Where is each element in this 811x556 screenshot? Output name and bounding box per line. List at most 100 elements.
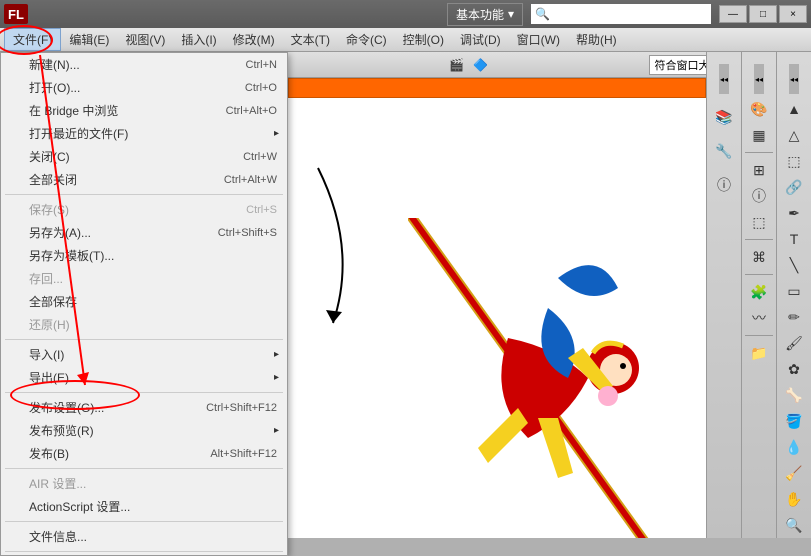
menu-checkin: 存回...: [1, 267, 287, 290]
menu-file[interactable]: 文件(F): [4, 28, 61, 51]
motion-arrow: [298, 158, 378, 338]
chevron-down-icon: ▾: [508, 7, 514, 21]
code-icon[interactable]: ⌘: [747, 246, 771, 268]
submenu-arrow-icon: ▸: [274, 372, 279, 383]
workspace-selector[interactable]: 基本功能 ▾: [447, 3, 523, 26]
collapse-tab[interactable]: ◂◂: [719, 64, 729, 94]
right-panels: ◂◂ 📚 🔧 ⓘ ◂◂ 🎨 ▦ ⊞ ⓘ ⬚ ⌘ 🧩 〰 📁 ◂◂ ▲ △ ⬚ 🔗…: [706, 52, 811, 538]
menu-text[interactable]: 文本(T): [283, 29, 338, 50]
close-button[interactable]: ×: [779, 5, 807, 23]
menu-publish-settings[interactable]: 发布设置(G)...Ctrl+Shift+F12: [1, 396, 287, 419]
align-icon[interactable]: ⊞: [747, 159, 771, 181]
tool-separator: [745, 335, 773, 336]
menu-revert: 还原(H): [1, 313, 287, 336]
menu-separator: [5, 521, 283, 522]
line-tool-icon[interactable]: ╲: [782, 254, 806, 276]
tool-separator: [745, 239, 773, 240]
menu-separator: [5, 339, 283, 340]
menu-debug[interactable]: 调试(D): [452, 29, 509, 50]
menu-separator: [5, 468, 283, 469]
search-icon: 🔍: [535, 7, 550, 21]
eyedropper-tool-icon[interactable]: 💧: [782, 436, 806, 458]
menu-commands[interactable]: 命令(C): [338, 29, 395, 50]
subselection-tool-icon[interactable]: △: [782, 124, 806, 146]
brush-tool-icon[interactable]: 🖌: [782, 332, 806, 354]
monkey-king-character: [408, 218, 706, 538]
submenu-arrow-icon: ▸: [274, 128, 279, 139]
canvas-area: [288, 78, 706, 538]
menu-window[interactable]: 窗口(W): [509, 29, 568, 50]
window-controls: — □ ×: [719, 5, 807, 23]
pen-tool-icon[interactable]: ✒: [782, 202, 806, 224]
menu-publish-preview[interactable]: 发布预览(R)▸: [1, 419, 287, 442]
lasso-tool-icon[interactable]: 🔗: [782, 176, 806, 198]
menu-control[interactable]: 控制(O): [395, 29, 452, 50]
submenu-arrow-icon: ▸: [274, 349, 279, 360]
panel-column-1: ◂◂ 📚 🔧 ⓘ: [706, 52, 741, 538]
menu-import[interactable]: 导入(I)▸: [1, 343, 287, 366]
symbol-icon[interactable]: 🔷: [472, 56, 490, 74]
paint-bucket-tool-icon[interactable]: 🪣: [782, 410, 806, 432]
palette-icon[interactable]: 🎨: [747, 98, 771, 120]
menu-open[interactable]: 打开(O)...Ctrl+O: [1, 76, 287, 99]
eraser-tool-icon[interactable]: 🧹: [782, 462, 806, 484]
hand-tool-icon[interactable]: ✋: [782, 488, 806, 510]
workspace-label: 基本功能: [456, 6, 504, 23]
flash-logo: FL: [4, 4, 28, 24]
menu-view[interactable]: 视图(V): [117, 29, 173, 50]
menu-file-info[interactable]: 文件信息...: [1, 525, 287, 548]
stage[interactable]: [288, 98, 706, 538]
minimize-button[interactable]: —: [719, 5, 747, 23]
tool-separator: [745, 152, 773, 153]
selection-tool-icon[interactable]: ▲: [782, 98, 806, 120]
tool-separator: [745, 274, 773, 275]
info2-icon[interactable]: ⓘ: [747, 185, 771, 207]
library-icon[interactable]: 📚: [712, 106, 736, 128]
menu-close[interactable]: 关闭(C)Ctrl+W: [1, 145, 287, 168]
menu-as-settings[interactable]: ActionScript 设置...: [1, 495, 287, 518]
menu-new[interactable]: 新建(N)...Ctrl+N: [1, 53, 287, 76]
swatches-icon[interactable]: ▦: [747, 124, 771, 146]
components-icon[interactable]: 🧩: [747, 281, 771, 303]
text-tool-icon[interactable]: T: [782, 228, 806, 250]
menu-recent[interactable]: 打开最近的文件(F)▸: [1, 122, 287, 145]
menu-modify[interactable]: 修改(M): [225, 29, 283, 50]
search-input[interactable]: [554, 8, 707, 20]
panel-column-2: ◂◂ 🎨 ▦ ⊞ ⓘ ⬚ ⌘ 🧩 〰 📁: [741, 52, 776, 538]
submenu-arrow-icon: ▸: [274, 425, 279, 436]
collapse-tab[interactable]: ◂◂: [789, 64, 799, 94]
titlebar: FL 基本功能 ▾ 🔍 — □ ×: [0, 0, 811, 28]
menu-insert[interactable]: 插入(I): [173, 29, 224, 50]
menu-edit[interactable]: 编辑(E): [61, 29, 117, 50]
menu-bridge[interactable]: 在 Bridge 中浏览Ctrl+Alt+O: [1, 99, 287, 122]
menu-publish[interactable]: 发布(B)Alt+Shift+F12: [1, 442, 287, 465]
scene-icon[interactable]: 🎬: [448, 56, 466, 74]
transform-icon[interactable]: ⬚: [747, 211, 771, 233]
info-icon[interactable]: ⓘ: [712, 174, 736, 196]
menu-help[interactable]: 帮助(H): [568, 29, 625, 50]
properties-icon[interactable]: 🔧: [712, 140, 736, 162]
rectangle-tool-icon[interactable]: ▭: [782, 280, 806, 302]
search-bar[interactable]: 🔍: [531, 4, 711, 24]
bone-tool-icon[interactable]: 🦴: [782, 384, 806, 406]
menu-save-template[interactable]: 另存为模板(T)...: [1, 244, 287, 267]
project-icon[interactable]: 📁: [747, 342, 771, 364]
zoom-tool-icon[interactable]: 🔍: [782, 514, 806, 536]
maximize-button[interactable]: □: [749, 5, 777, 23]
menu-air-settings: AIR 设置...: [1, 472, 287, 495]
collapse-tab[interactable]: ◂◂: [754, 64, 764, 94]
document-toolbar: 🎬 🔷 符合窗口大小 ▾: [288, 52, 741, 78]
menu-close-all[interactable]: 全部关闭Ctrl+Alt+W: [1, 168, 287, 191]
menubar: 文件(F) 编辑(E) 视图(V) 插入(I) 修改(M) 文本(T) 命令(C…: [0, 28, 811, 52]
menu-export[interactable]: 导出(E)▸: [1, 366, 287, 389]
deco-tool-icon[interactable]: ✿: [782, 358, 806, 380]
menu-save-all[interactable]: 全部保存: [1, 290, 287, 313]
pencil-tool-icon[interactable]: ✏: [782, 306, 806, 328]
motion-icon[interactable]: 〰: [747, 307, 771, 329]
free-transform-tool-icon[interactable]: ⬚: [782, 150, 806, 172]
menu-save-as[interactable]: 另存为(A)...Ctrl+Shift+S: [1, 221, 287, 244]
file-dropdown: 新建(N)...Ctrl+N 打开(O)...Ctrl+O 在 Bridge 中…: [0, 52, 288, 556]
menu-separator: [5, 551, 283, 552]
tools-panel: ◂◂ ▲ △ ⬚ 🔗 ✒ T ╲ ▭ ✏ 🖌 ✿ 🦴 🪣 💧 🧹 ✋ 🔍: [776, 52, 811, 538]
menu-separator: [5, 194, 283, 195]
